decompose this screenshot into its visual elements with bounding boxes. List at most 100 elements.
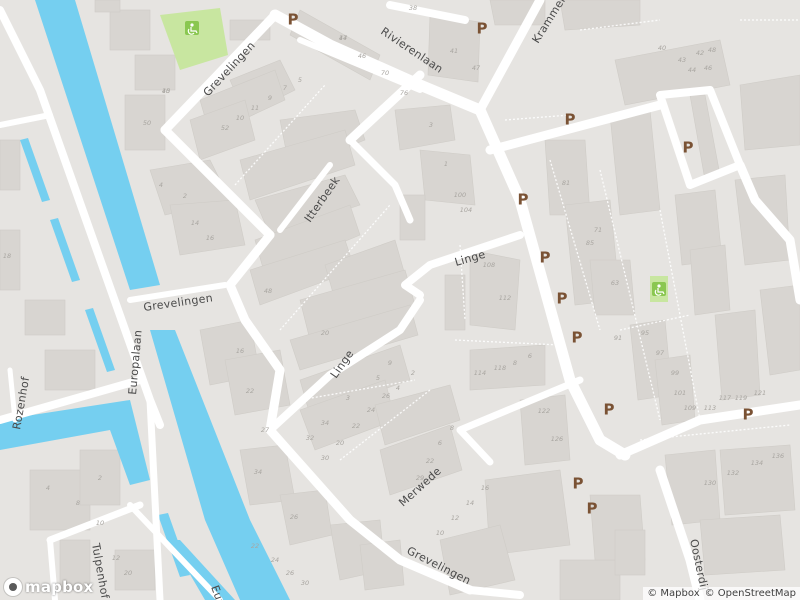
house-number: 26 xyxy=(286,569,294,577)
house-number: 8 xyxy=(450,424,454,432)
house-number: 52 xyxy=(221,124,229,132)
wheelchair-icon[interactable] xyxy=(185,21,199,35)
house-number: 17 xyxy=(339,34,348,42)
parking-marker[interactable]: P xyxy=(565,111,576,129)
parking-marker[interactable]: P xyxy=(540,249,551,267)
attribution-mapbox-link[interactable]: © Mapbox xyxy=(647,588,699,599)
parking-marker[interactable]: P xyxy=(683,139,694,157)
house-number: 109 xyxy=(684,404,696,412)
house-number: 50 xyxy=(143,119,151,127)
house-number: 9 xyxy=(268,94,272,102)
house-number: 15 xyxy=(162,87,170,95)
house-number: 41 xyxy=(450,47,458,55)
house-number: 8 xyxy=(513,359,517,367)
house-number: 20 xyxy=(336,439,344,447)
house-number: 47 xyxy=(472,64,481,72)
house-number: 40 xyxy=(658,44,666,52)
house-number: 48 xyxy=(708,46,716,54)
house-number: 76 xyxy=(400,89,408,97)
house-number: 10 xyxy=(96,519,104,527)
house-number: 3 xyxy=(346,394,350,402)
house-number: 4 xyxy=(396,384,400,392)
house-number: 26 xyxy=(382,392,390,400)
house-number: 20 xyxy=(321,329,329,337)
house-number: 18 xyxy=(3,252,11,260)
house-number: 34 xyxy=(254,468,262,476)
house-number: 5 xyxy=(376,374,380,382)
wheelchair-icon-east[interactable] xyxy=(652,282,666,296)
house-number: 24 xyxy=(271,556,279,564)
house-number: 12 xyxy=(112,554,120,562)
house-number: 20 xyxy=(124,569,132,577)
house-number: 44 xyxy=(688,66,696,74)
parking-marker[interactable]: P xyxy=(604,401,615,419)
parking-marker[interactable]: P xyxy=(477,20,488,38)
house-number: 71 xyxy=(594,226,602,234)
map-attribution: © Mapbox © OpenStreetMap xyxy=(643,587,800,600)
house-number: 108 xyxy=(483,261,495,269)
house-number: 81 xyxy=(562,179,570,187)
house-number: 2 xyxy=(183,192,187,200)
house-number: 10 xyxy=(436,529,444,537)
house-number: 134 xyxy=(751,459,763,467)
house-number: 113 xyxy=(704,404,716,412)
house-number: 95 xyxy=(641,329,649,337)
house-number: 70 xyxy=(381,69,389,77)
house-number: 112 xyxy=(499,294,511,302)
parking-marker[interactable]: P xyxy=(572,329,583,347)
house-number: 117 xyxy=(719,394,732,402)
house-number: 104 xyxy=(460,206,472,214)
map-svg[interactable]: Grevelingen Rivierenlaan Krammer Itterbe… xyxy=(0,0,800,600)
house-number: 1 xyxy=(444,160,448,168)
house-number: 5 xyxy=(298,76,302,84)
house-number: 22 xyxy=(246,387,254,395)
house-number: 6 xyxy=(438,439,442,447)
house-number: 130 xyxy=(704,479,716,487)
house-number: 16 xyxy=(236,347,244,355)
house-number: 121 xyxy=(754,389,766,397)
house-number: 2 xyxy=(98,474,102,482)
parking-marker[interactable]: P xyxy=(518,191,529,209)
house-number: 16 xyxy=(481,484,489,492)
house-number: 14 xyxy=(191,219,199,227)
house-number: 2 xyxy=(411,369,415,377)
house-number: 10 xyxy=(236,114,244,122)
parking-marker[interactable]: P xyxy=(557,290,568,308)
parking-marker[interactable]: P xyxy=(743,406,754,424)
house-number: 38 xyxy=(409,4,417,12)
house-number: 4 xyxy=(159,181,163,189)
house-number: 101 xyxy=(674,389,686,397)
house-number: 34 xyxy=(321,419,329,427)
house-number: 46 xyxy=(704,64,712,72)
house-number: 14 xyxy=(466,499,474,507)
house-number: 100 xyxy=(454,191,466,199)
map-canvas[interactable]: Grevelingen Rivierenlaan Krammer Itterbe… xyxy=(0,0,800,600)
house-number: 24 xyxy=(367,406,375,414)
house-number: 32 xyxy=(306,434,314,442)
house-number: 16 xyxy=(206,234,214,242)
mapbox-logo-icon xyxy=(4,578,22,596)
house-number: 12 xyxy=(451,514,459,522)
house-number: 9 xyxy=(388,359,392,367)
house-number: 114 xyxy=(474,369,486,377)
house-number: 11 xyxy=(251,104,259,112)
house-number: 126 xyxy=(551,435,563,443)
house-number: 29 xyxy=(416,474,424,482)
house-number: 22 xyxy=(251,542,259,550)
house-number: 30 xyxy=(321,454,329,462)
house-number: 27 xyxy=(261,426,270,434)
mapbox-logo[interactable]: mapbox xyxy=(4,578,93,596)
house-number: 22 xyxy=(426,457,434,465)
attribution-osm-link[interactable]: © OpenStreetMap xyxy=(705,588,796,599)
house-number: 91 xyxy=(614,334,622,342)
parking-marker[interactable]: P xyxy=(288,11,299,29)
mapbox-logo-text: mapbox xyxy=(25,578,94,596)
house-number: 26 xyxy=(290,513,298,521)
parking-marker[interactable]: P xyxy=(587,500,598,518)
house-number: 6 xyxy=(528,352,532,360)
house-number: 48 xyxy=(264,287,272,295)
house-number: 122 xyxy=(538,407,550,415)
house-number: 42 xyxy=(696,49,704,57)
house-number: 30 xyxy=(301,579,309,587)
parking-marker[interactable]: P xyxy=(573,475,584,493)
